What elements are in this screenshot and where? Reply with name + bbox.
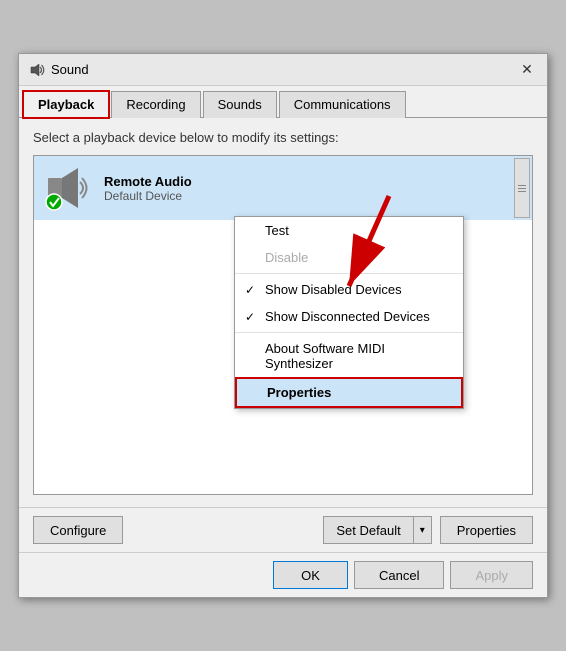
device-name: Remote Audio (104, 174, 522, 189)
speaker-svg (44, 164, 92, 212)
ok-button[interactable]: OK (273, 561, 348, 589)
context-menu: Test Disable Show Disabled Devices Show … (234, 216, 464, 409)
device-list[interactable]: Remote Audio Default Device Test Disable (33, 155, 533, 495)
scroll-line (518, 185, 526, 186)
menu-item-test[interactable]: Test (235, 217, 463, 244)
sound-title-icon (29, 62, 45, 78)
device-icon (44, 164, 92, 212)
tabs-container: Playback Recording Sounds Communications (19, 86, 547, 118)
menu-separator-2 (235, 332, 463, 333)
menu-item-show-disconnected[interactable]: Show Disconnected Devices (235, 303, 463, 330)
title-bar-left: Sound (29, 62, 89, 78)
dialog-footer: OK Cancel Apply (19, 552, 547, 597)
set-default-button[interactable]: Set Default (323, 516, 412, 544)
set-default-dropdown-button[interactable]: ▾ (413, 516, 432, 544)
sound-dialog: Sound ✕ Playback Recording Sounds Commun… (18, 53, 548, 598)
menu-item-about-midi[interactable]: About Software MIDI Synthesizer (235, 335, 463, 377)
title-bar: Sound ✕ (19, 54, 547, 86)
tab-playback[interactable]: Playback (23, 91, 109, 118)
scrollbar[interactable] (514, 158, 530, 218)
scroll-line (518, 188, 526, 189)
properties-button[interactable]: Properties (440, 516, 533, 544)
content-description: Select a playback device below to modify… (33, 130, 533, 145)
tab-sounds[interactable]: Sounds (203, 91, 277, 118)
tab-recording[interactable]: Recording (111, 91, 200, 118)
close-button[interactable]: ✕ (517, 60, 537, 80)
menu-item-disable: Disable (235, 244, 463, 271)
tab-communications[interactable]: Communications (279, 91, 406, 118)
apply-button[interactable]: Apply (450, 561, 533, 589)
device-status: Default Device (104, 189, 522, 203)
cancel-button[interactable]: Cancel (354, 561, 444, 589)
bottom-bar: Configure Set Default ▾ Properties (19, 507, 547, 552)
scroll-line (518, 191, 526, 192)
device-item-remote-audio[interactable]: Remote Audio Default Device (34, 156, 532, 220)
configure-button[interactable]: Configure (33, 516, 123, 544)
menu-item-show-disabled[interactable]: Show Disabled Devices (235, 276, 463, 303)
menu-separator-1 (235, 273, 463, 274)
set-default-group: Set Default ▾ (323, 516, 431, 544)
main-content: Select a playback device below to modify… (19, 118, 547, 507)
menu-item-properties[interactable]: Properties (235, 377, 463, 408)
device-info: Remote Audio Default Device (104, 174, 522, 203)
dialog-title: Sound (51, 62, 89, 77)
